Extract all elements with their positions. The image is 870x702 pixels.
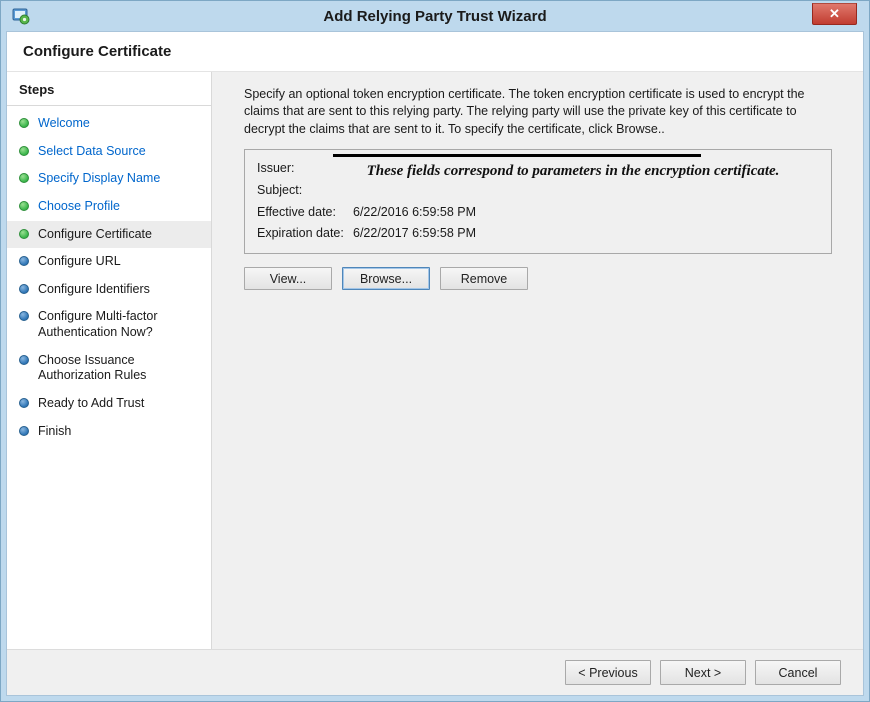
steps-list: Welcome Select Data Source Specify Displ…	[7, 106, 211, 445]
sidebar-item-welcome[interactable]: Welcome	[7, 110, 211, 138]
step-pending-icon	[19, 426, 29, 436]
step-label: Select Data Source	[38, 144, 146, 160]
subject-value	[353, 180, 821, 202]
close-icon: ✕	[829, 6, 840, 22]
step-label: Configure Certificate	[38, 227, 152, 243]
annotation-text: These fields correspond to parameters in…	[325, 163, 821, 180]
step-completed-icon	[19, 146, 29, 156]
wizard-window: Add Relying Party Trust Wizard ✕ Configu…	[0, 0, 870, 702]
step-label: Choose Profile	[38, 199, 120, 215]
sidebar-item-configure-mfa: Configure Multi-factor Authentication No…	[7, 303, 211, 346]
close-button[interactable]: ✕	[812, 3, 857, 25]
step-label: Configure URL	[38, 254, 121, 270]
step-completed-icon	[19, 118, 29, 128]
certificate-details-box: These fields correspond to parameters in…	[244, 149, 832, 255]
sidebar-item-choose-issuance-rules: Choose Issuance Authorization Rules	[7, 347, 211, 390]
page-title: Configure Certificate	[23, 43, 171, 60]
footer-bar: < Previous Next > Cancel	[7, 649, 863, 695]
dialog-frame: Configure Certificate Steps Welcome Sele…	[6, 31, 864, 696]
redaction-line	[333, 154, 701, 157]
step-completed-icon	[19, 229, 29, 239]
step-completed-icon	[19, 201, 29, 211]
sidebar-item-ready-to-add-trust: Ready to Add Trust	[7, 390, 211, 418]
expiration-date-value: 6/22/2017 6:59:58 PM	[353, 223, 821, 245]
effective-date-value: 6/22/2016 6:59:58 PM	[353, 202, 821, 224]
page-header: Configure Certificate	[7, 32, 863, 72]
step-label: Configure Multi-factor Authentication No…	[38, 309, 203, 340]
step-description: Specify an optional token encryption cer…	[244, 86, 837, 138]
cancel-button[interactable]: Cancel	[755, 660, 841, 685]
browse-button[interactable]: Browse...	[342, 267, 430, 290]
sidebar-item-configure-certificate: Configure Certificate	[7, 221, 211, 249]
titlebar[interactable]: Add Relying Party Trust Wizard ✕	[6, 1, 864, 31]
step-pending-icon	[19, 256, 29, 266]
step-label: Choose Issuance Authorization Rules	[38, 353, 203, 384]
adfs-wizard-icon	[12, 7, 30, 25]
sidebar-item-configure-identifiers: Configure Identifiers	[7, 276, 211, 304]
step-label: Finish	[38, 424, 71, 440]
dialog-body: Steps Welcome Select Data Source Specify…	[7, 72, 863, 649]
previous-button[interactable]: < Previous	[565, 660, 651, 685]
remove-button[interactable]: Remove	[440, 267, 528, 290]
effective-date-row: Effective date: 6/22/2016 6:59:58 PM	[257, 202, 821, 224]
step-label: Configure Identifiers	[38, 282, 150, 298]
sidebar-item-finish: Finish	[7, 418, 211, 446]
subject-label: Subject:	[257, 180, 353, 202]
window-title: Add Relying Party Trust Wizard	[323, 8, 546, 25]
step-completed-icon	[19, 173, 29, 183]
step-label: Ready to Add Trust	[38, 396, 144, 412]
steps-heading: Steps	[7, 72, 211, 106]
step-pending-icon	[19, 311, 29, 321]
step-label: Welcome	[38, 116, 90, 132]
subject-row: Subject:	[257, 180, 821, 202]
sidebar-item-choose-profile[interactable]: Choose Profile	[7, 193, 211, 221]
sidebar-item-configure-url: Configure URL	[7, 248, 211, 276]
effective-date-label: Effective date:	[257, 202, 353, 224]
expiration-date-label: Expiration date:	[257, 223, 353, 245]
view-button[interactable]: View...	[244, 267, 332, 290]
step-pending-icon	[19, 355, 29, 365]
step-pending-icon	[19, 284, 29, 294]
step-pending-icon	[19, 398, 29, 408]
sidebar-item-specify-display-name[interactable]: Specify Display Name	[7, 165, 211, 193]
sidebar-item-select-data-source[interactable]: Select Data Source	[7, 138, 211, 166]
certificate-actions: View... Browse... Remove	[244, 267, 837, 290]
main-content: Specify an optional token encryption cer…	[212, 72, 863, 649]
expiration-date-row: Expiration date: 6/22/2017 6:59:58 PM	[257, 223, 821, 245]
step-label: Specify Display Name	[38, 171, 160, 187]
next-button[interactable]: Next >	[660, 660, 746, 685]
steps-sidebar: Steps Welcome Select Data Source Specify…	[7, 72, 212, 649]
